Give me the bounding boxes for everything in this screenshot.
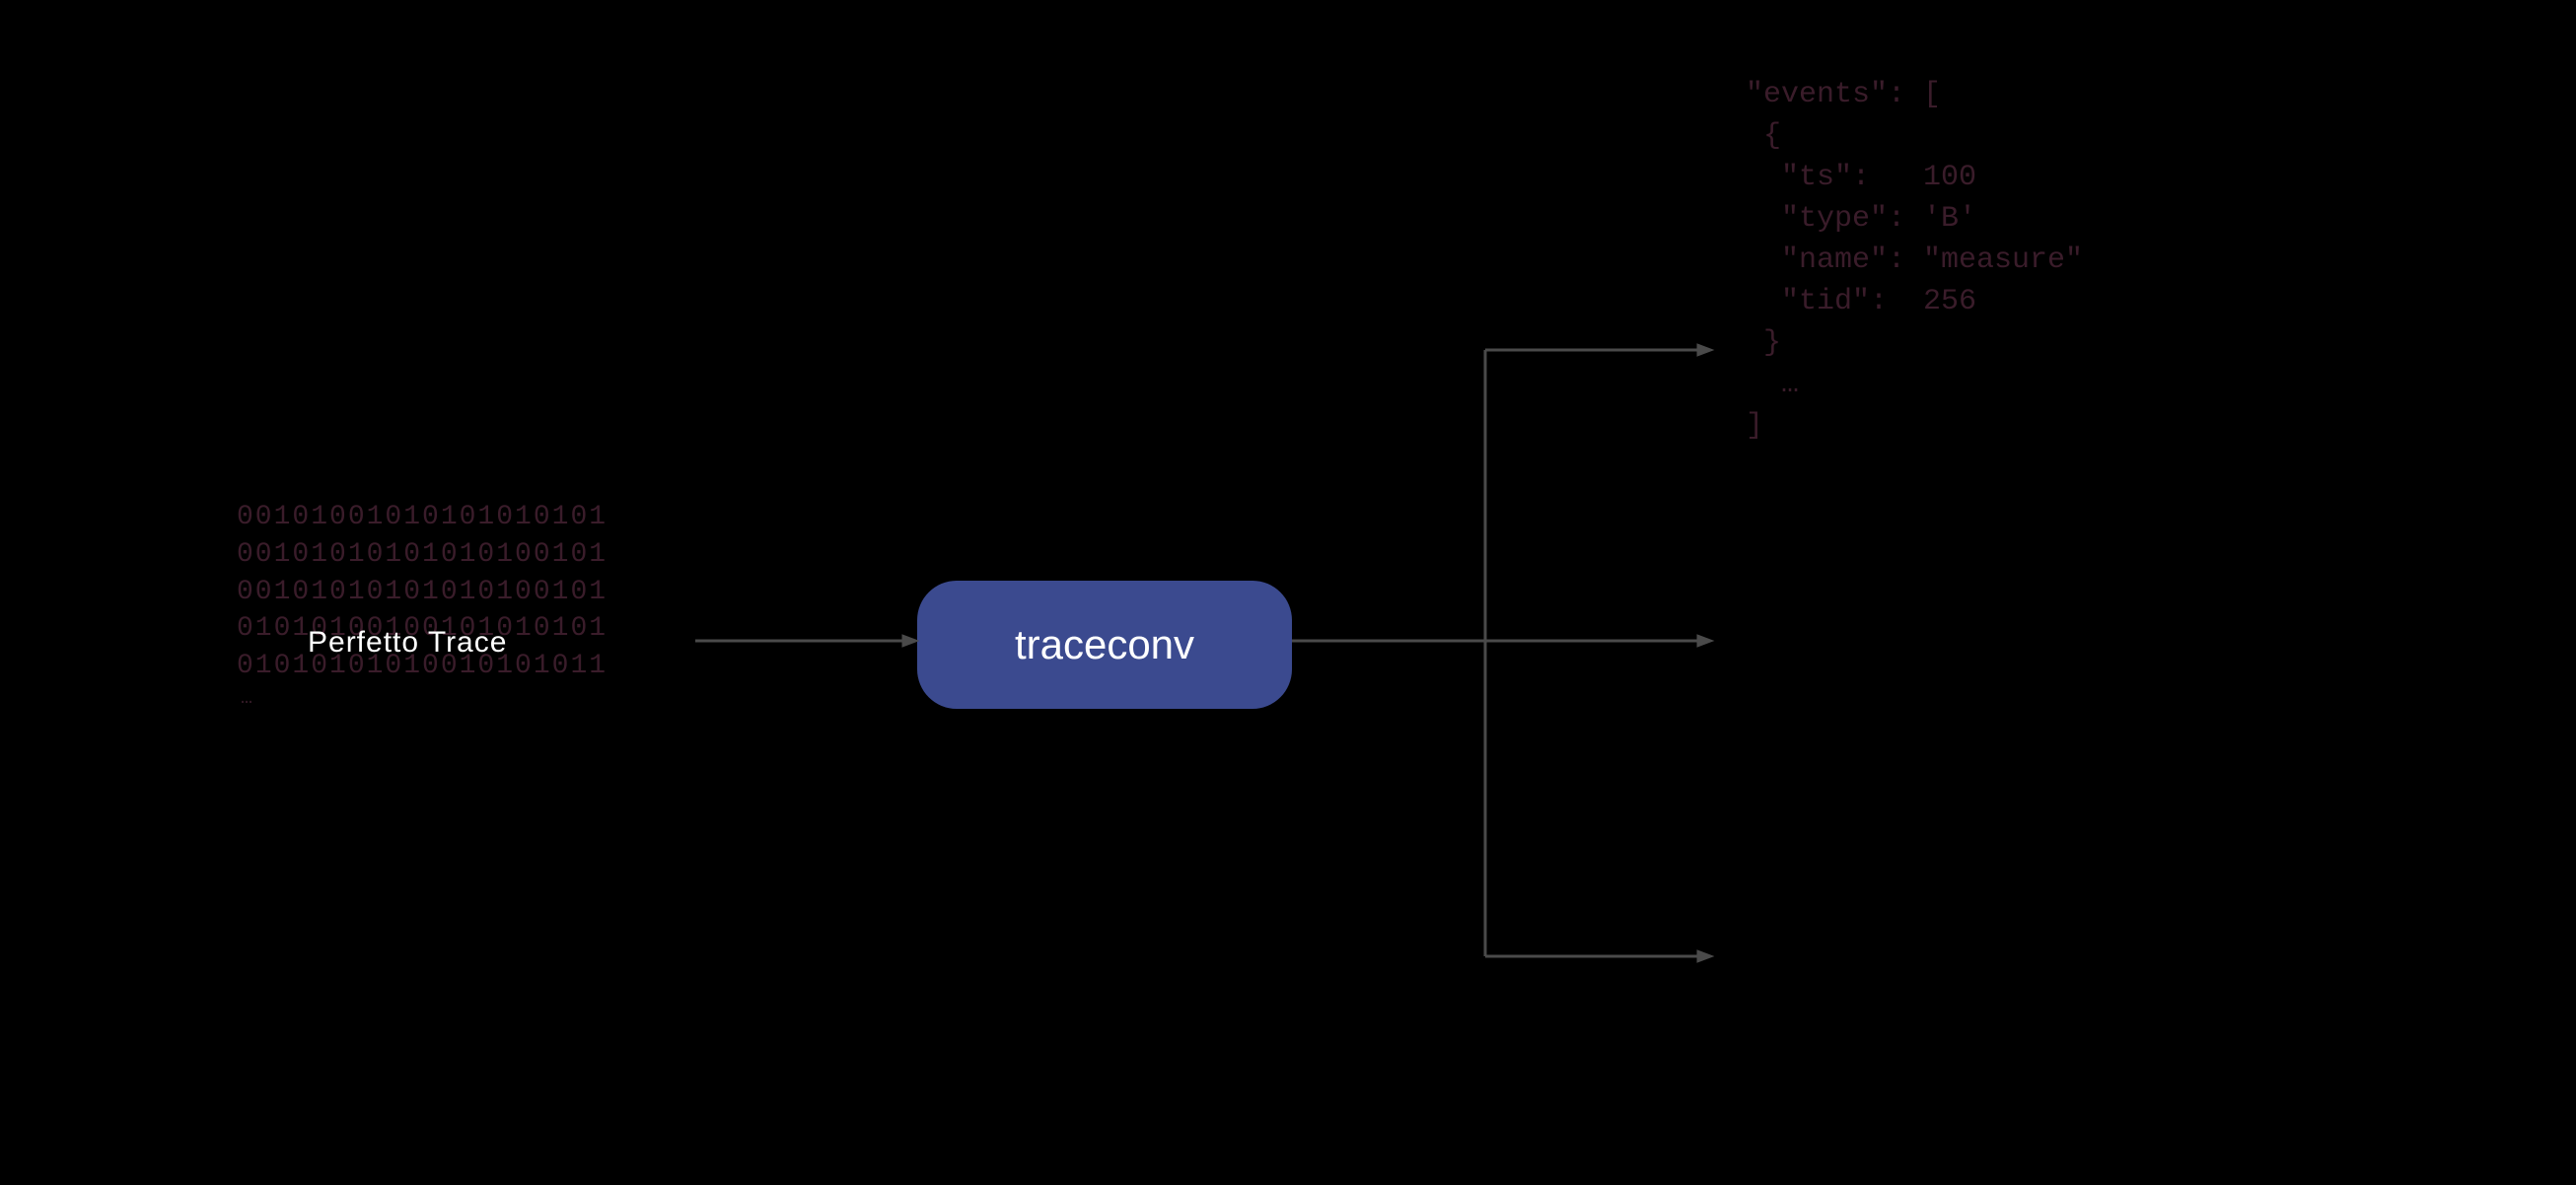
binary-line: 00101001010101010101	[237, 499, 608, 536]
json-output-block: "events": [ { "ts": 100 "type": 'B' "nam…	[1746, 74, 2083, 447]
arrow-branch-top	[1485, 340, 1717, 360]
binary-trace-block: 00101001010101010101 0010101010101010010…	[237, 499, 608, 712]
perfetto-trace-label: Perfetto Trace	[308, 626, 507, 660]
binary-ellipsis: …	[237, 685, 608, 712]
arrow-input-to-traceconv	[695, 631, 922, 651]
traceconv-label: traceconv	[1015, 621, 1194, 668]
arrow-traceconv-stem	[1292, 631, 1489, 651]
traceconv-box: traceconv	[917, 581, 1292, 709]
arrow-branch-bottom	[1485, 946, 1717, 966]
arrow-branch-vertical	[1477, 350, 1497, 961]
binary-line: 00101010101010100101	[237, 574, 608, 611]
binary-line: 00101010101010100101	[237, 536, 608, 574]
arrow-branch-middle	[1485, 631, 1717, 651]
